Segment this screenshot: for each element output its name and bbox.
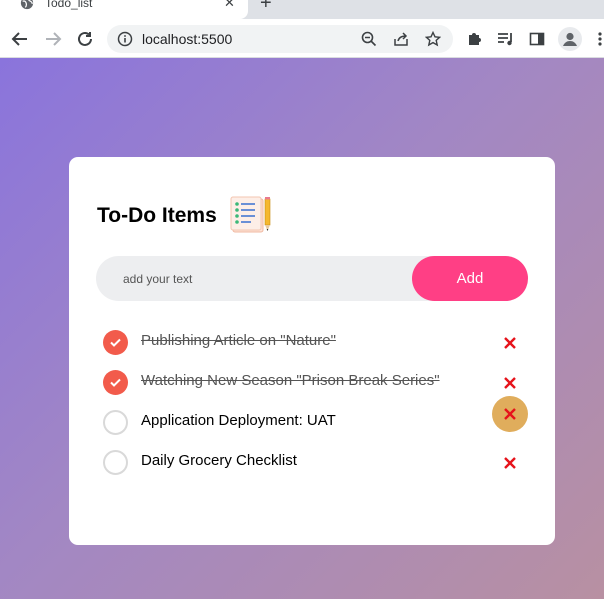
- todo-text: Application Deployment: UAT: [141, 412, 336, 429]
- share-icon[interactable]: [392, 30, 410, 48]
- profile-avatar[interactable]: [558, 27, 582, 51]
- page-background: To-Do Items Add Publishing Article on "N…: [0, 58, 604, 599]
- browser-tab[interactable]: Todo_list ✕: [0, 0, 248, 19]
- checked-circle-icon[interactable]: [103, 370, 128, 395]
- page-title: To-Do Items: [97, 204, 217, 227]
- todo-item[interactable]: Publishing Article on "Nature": [69, 325, 555, 355]
- media-queue-icon[interactable]: [496, 29, 516, 49]
- todo-item[interactable]: Application Deployment: UAT: [69, 396, 555, 435]
- forward-icon[interactable]: [42, 28, 64, 50]
- delete-x-icon[interactable]: [492, 396, 528, 432]
- menu-kebab-icon[interactable]: [590, 29, 604, 49]
- todo-input-row: Add: [96, 256, 528, 301]
- browser-toolbar: localhost:5500: [0, 19, 604, 58]
- extensions-puzzle-icon[interactable]: [464, 29, 484, 49]
- checked-circle-icon[interactable]: [103, 330, 128, 355]
- side-panel-icon[interactable]: [527, 29, 547, 49]
- todo-item[interactable]: Watching New Season "Prison Break Series…: [69, 365, 555, 395]
- delete-x-icon[interactable]: [492, 445, 528, 481]
- unchecked-circle-icon[interactable]: [103, 410, 128, 435]
- tab-close-icon[interactable]: ✕: [224, 0, 235, 10]
- reload-icon[interactable]: [74, 28, 96, 50]
- globe-icon: [20, 0, 34, 10]
- bookmark-star-icon[interactable]: [424, 30, 442, 48]
- add-button[interactable]: Add: [412, 256, 528, 301]
- site-info-icon[interactable]: [117, 31, 133, 47]
- back-icon[interactable]: [9, 28, 31, 50]
- todo-input[interactable]: [96, 256, 396, 301]
- unchecked-circle-icon[interactable]: [103, 450, 128, 475]
- todo-text: Watching New Season "Prison Break Series…: [141, 372, 440, 389]
- zoom-out-icon[interactable]: [360, 30, 378, 48]
- todo-text: Daily Grocery Checklist: [141, 452, 297, 469]
- new-tab-icon[interactable]: +: [260, 0, 272, 13]
- url-text: localhost:5500: [142, 31, 233, 47]
- notepad-pencil-icon: [230, 196, 271, 233]
- address-bar[interactable]: localhost:5500: [107, 25, 453, 53]
- todo-item[interactable]: Daily Grocery Checklist: [69, 445, 555, 475]
- browser-tab-bar: Todo_list ✕ +: [0, 0, 604, 19]
- tab-title: Todo_list: [45, 0, 93, 10]
- todo-text: Publishing Article on "Nature": [141, 332, 336, 349]
- todo-card: To-Do Items Add Publishing Article on "N…: [69, 157, 555, 545]
- delete-x-icon[interactable]: [492, 325, 528, 361]
